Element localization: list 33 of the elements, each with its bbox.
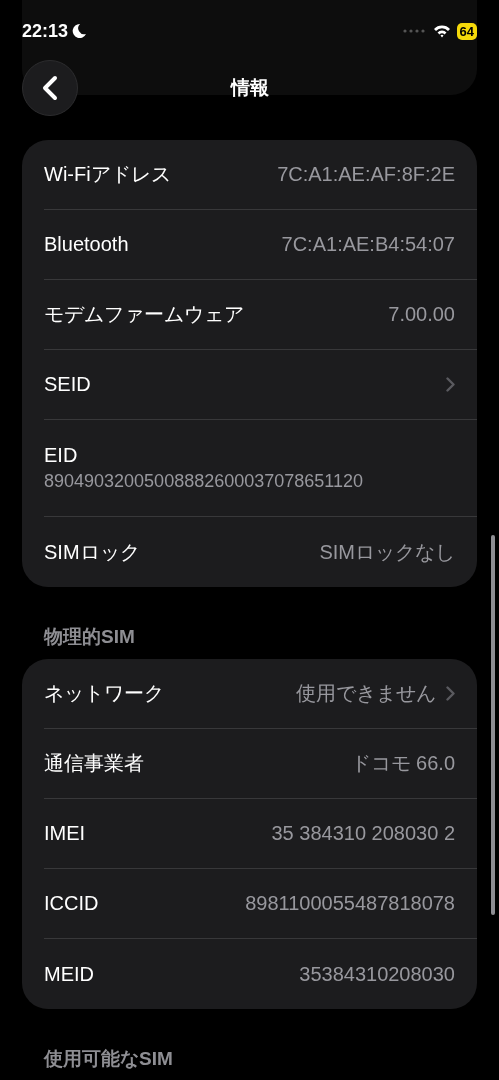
row-value: 使用できません [296, 681, 436, 706]
row-label: ネットワーク [44, 681, 164, 706]
row-value: 7.00.00 [388, 303, 455, 326]
row-value: ドコモ 66.0 [350, 751, 455, 776]
back-button[interactable] [22, 60, 78, 116]
signal-dots-icon [402, 29, 427, 33]
row-label: SEID [44, 373, 91, 396]
row-label: IMEI [44, 822, 86, 845]
section-header: 物理的SIM [42, 625, 136, 649]
row-label: Wi-Fiアドレス [44, 162, 171, 187]
row-label: SIMロック [44, 539, 140, 565]
chevron-right-icon [446, 686, 455, 701]
settings-row[interactable]: SEID [44, 350, 477, 420]
row-label: MEID [44, 962, 94, 986]
chevron-left-icon [41, 75, 59, 101]
row-value: SIMロックなし [319, 539, 455, 565]
row-value: 7C:A1:AE:AF:8F:2E [277, 163, 455, 186]
row-label: 通信事業者 [44, 751, 144, 776]
row-label: Bluetooth [44, 233, 129, 256]
row-value: 35 384310 208030 2 [271, 822, 455, 845]
settings-row[interactable]: ネットワーク 使用できません [44, 659, 477, 729]
row-value: 89049032005008882600037078651120 [44, 471, 363, 492]
screen-title: 情報 [230, 76, 269, 100]
row-label: モデムファームウェア [44, 302, 244, 327]
chevron-right-icon [446, 377, 455, 392]
row-label: EID [44, 444, 78, 467]
row-label: ICCID [44, 892, 99, 915]
status-time: 22:13 [22, 20, 69, 42]
row-value: 35384310208030 [299, 962, 455, 986]
row-value: 8981100055487818078 [245, 892, 455, 915]
row-value: 7C:A1:AE:B4:54:07 [281, 233, 455, 256]
wifi-icon [432, 24, 451, 38]
section-header: 使用可能なSIM [42, 1047, 174, 1071]
